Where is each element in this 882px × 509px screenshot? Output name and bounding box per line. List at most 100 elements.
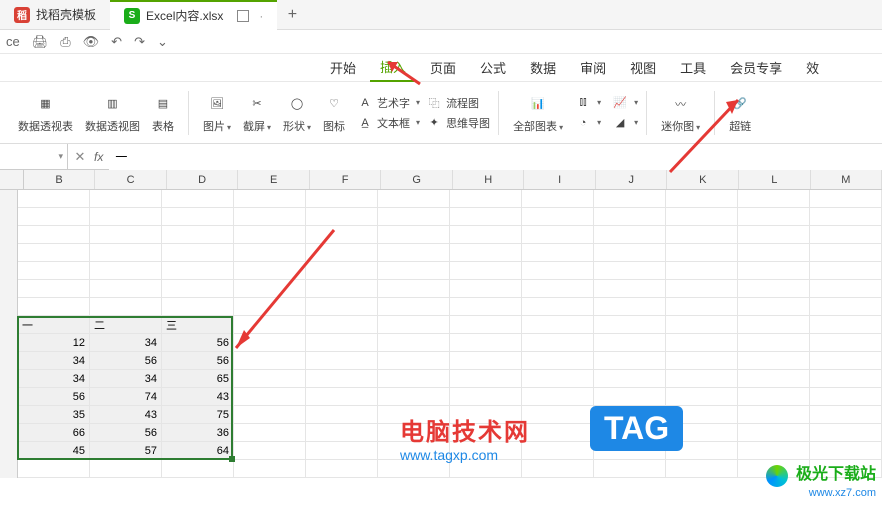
col-header[interactable]: H — [453, 170, 525, 189]
chevron-down-icon[interactable]: ⌄ — [157, 34, 168, 50]
flowchart-icon: ⿻ — [426, 95, 442, 111]
undo-icon[interactable]: ↶ — [111, 34, 122, 50]
sparkline-button[interactable]: 〰 迷你图▾ — [655, 90, 706, 136]
watermark-site: 电脑技术网 www.tagxp.com — [400, 412, 530, 463]
table-cell[interactable]: 34 — [90, 370, 162, 388]
tab-review[interactable]: 审阅 — [570, 54, 616, 82]
col-header[interactable]: L — [739, 170, 811, 189]
row-headers — [0, 190, 18, 478]
close-icon[interactable]: · — [259, 9, 263, 23]
download-title: 极光下载站 — [796, 466, 876, 483]
col-header[interactable]: D — [167, 170, 239, 189]
table-cell[interactable]: 36 — [162, 424, 234, 442]
picture-icon: 🖼 — [210, 92, 224, 116]
tab-insert[interactable]: 插入 — [370, 54, 416, 82]
column-headers: B C D E F G H I J K L M — [0, 170, 882, 190]
fx-icon[interactable]: fx — [94, 150, 103, 164]
scissors-icon: ✂ — [252, 92, 261, 116]
pivot-table-button[interactable]: ▦ 数据透视表 — [12, 90, 79, 136]
pivot-chart-button[interactable]: ▥ 数据透视图 — [79, 90, 146, 136]
tab-page[interactable]: 页面 — [420, 54, 466, 82]
chevron-down-icon[interactable]: ▾ — [58, 151, 67, 162]
table-cell[interactable]: 64 — [162, 442, 234, 460]
table-cell[interactable]: 56 — [162, 334, 234, 352]
table-cell[interactable]: 43 — [162, 388, 234, 406]
table-cell[interactable]: 34 — [18, 370, 90, 388]
table-cell[interactable]: 56 — [162, 352, 234, 370]
table-cell[interactable]: 45 — [18, 442, 90, 460]
table-cell[interactable]: 56 — [90, 424, 162, 442]
redo-icon[interactable]: ↷ — [134, 34, 145, 50]
table-header-cell[interactable]: 二 — [90, 316, 162, 334]
table-cell[interactable]: 12 — [18, 334, 90, 352]
col-header[interactable]: M — [811, 170, 882, 189]
spreadsheet-icon: S — [124, 8, 140, 24]
formula-input[interactable] — [109, 144, 882, 170]
select-all-corner[interactable] — [0, 170, 24, 189]
watermark-download: 极光下载站 www.xz7.com — [766, 460, 876, 499]
pivot-chart-icon: ▥ — [107, 92, 117, 116]
tab-tools[interactable]: 工具 — [670, 54, 716, 82]
save-icon[interactable]: 🖨 — [32, 34, 49, 50]
watermark-url: www.tagxp.com — [400, 447, 530, 463]
col-header[interactable]: J — [596, 170, 668, 189]
title-tab-bar: 稻 找稻壳模板 S Excel内容.xlsx · + — [0, 0, 882, 30]
name-box[interactable]: ▾ — [0, 144, 68, 170]
picture-button[interactable]: 🖼 图片▾ — [197, 90, 237, 136]
ribbon-panel: ▦ 数据透视表 ▥ 数据透视图 ▤ 表格 🖼 图片▾ ✂ 截屏▾ ◯ 形状▾ ♡… — [0, 82, 882, 144]
table-cell[interactable]: 34 — [18, 352, 90, 370]
area-chart-icon[interactable]: ◢ — [612, 115, 628, 131]
ribbon-tab-strip: 开始 插入 页面 公式 数据 审阅 视图 工具 会员专享 效 — [0, 54, 882, 82]
icons-button[interactable]: ♡ 图标 — [317, 90, 351, 136]
tab-member[interactable]: 会员专享 — [720, 54, 792, 82]
mindmap-button[interactable]: ✦思维导图 — [426, 115, 490, 131]
tab-home[interactable]: 开始 — [320, 54, 366, 82]
col-header[interactable]: I — [524, 170, 596, 189]
table-header-cell[interactable]: 一 — [18, 316, 90, 334]
tab-view[interactable]: 视图 — [620, 54, 666, 82]
wordart-button[interactable]: A艺术字▾ — [357, 95, 420, 111]
tab-excel-file[interactable]: S Excel内容.xlsx · — [110, 0, 277, 30]
tab-formula[interactable]: 公式 — [470, 54, 516, 82]
textbox-button[interactable]: A̲文本框▾ — [357, 115, 420, 131]
cancel-icon[interactable]: ✕ — [68, 149, 92, 165]
new-tab-button[interactable]: + — [277, 6, 307, 24]
line-chart-icon[interactable]: 📈 — [612, 95, 628, 111]
all-charts-button[interactable]: 📊 全部图表▾ — [507, 90, 569, 136]
col-header[interactable]: E — [238, 170, 310, 189]
shapes-button[interactable]: ◯ 形状▾ — [277, 90, 317, 136]
hyperlink-button[interactable]: 🔗 超链 — [723, 90, 757, 136]
col-header[interactable]: B — [24, 170, 96, 189]
tab-label: Excel内容.xlsx — [146, 7, 223, 24]
watermark-tag: TAG — [590, 406, 683, 451]
flowchart-button[interactable]: ⿻流程图 — [426, 95, 490, 111]
col-header[interactable]: G — [381, 170, 453, 189]
table-cell[interactable]: 75 — [162, 406, 234, 424]
table-button[interactable]: ▤ 表格 — [146, 90, 180, 136]
table-cell[interactable]: 56 — [90, 352, 162, 370]
col-header[interactable]: C — [95, 170, 167, 189]
tab-data[interactable]: 数据 — [520, 54, 566, 82]
group-illustrations: 🖼 图片▾ ✂ 截屏▾ ◯ 形状▾ ♡ 图标 A艺术字▾ A̲文本框▾ ⿻流程图… — [189, 82, 498, 144]
print-icon[interactable]: ⎙ — [60, 34, 70, 50]
table-cell[interactable]: 74 — [90, 388, 162, 406]
table-cell[interactable]: 34 — [90, 334, 162, 352]
table-cell[interactable]: 43 — [90, 406, 162, 424]
column-chart-icon[interactable]: ⫾⫾ — [575, 95, 591, 111]
pie-chart-icon[interactable]: ◔ — [575, 115, 591, 131]
table-cell[interactable]: 65 — [162, 370, 234, 388]
table-cell[interactable]: 66 — [18, 424, 90, 442]
screenshot-button[interactable]: ✂ 截屏▾ — [237, 90, 277, 136]
col-header[interactable]: K — [667, 170, 739, 189]
table-cell[interactable]: 56 — [18, 388, 90, 406]
col-header[interactable]: F — [310, 170, 382, 189]
table-cell[interactable]: 57 — [90, 442, 162, 460]
tab-effects-cut[interactable]: 效 — [796, 54, 829, 82]
tab-templates[interactable]: 稻 找稻壳模板 — [0, 0, 110, 30]
table-cell[interactable]: 35 — [18, 406, 90, 424]
link-icon: 🔗 — [733, 92, 747, 116]
aurora-icon — [766, 465, 788, 487]
table-header-cell[interactable]: 三 — [162, 316, 234, 334]
diagram-subgroup: ⿻流程图 ✦思维导图 — [426, 95, 490, 131]
preview-icon[interactable]: 👁 — [83, 34, 100, 50]
